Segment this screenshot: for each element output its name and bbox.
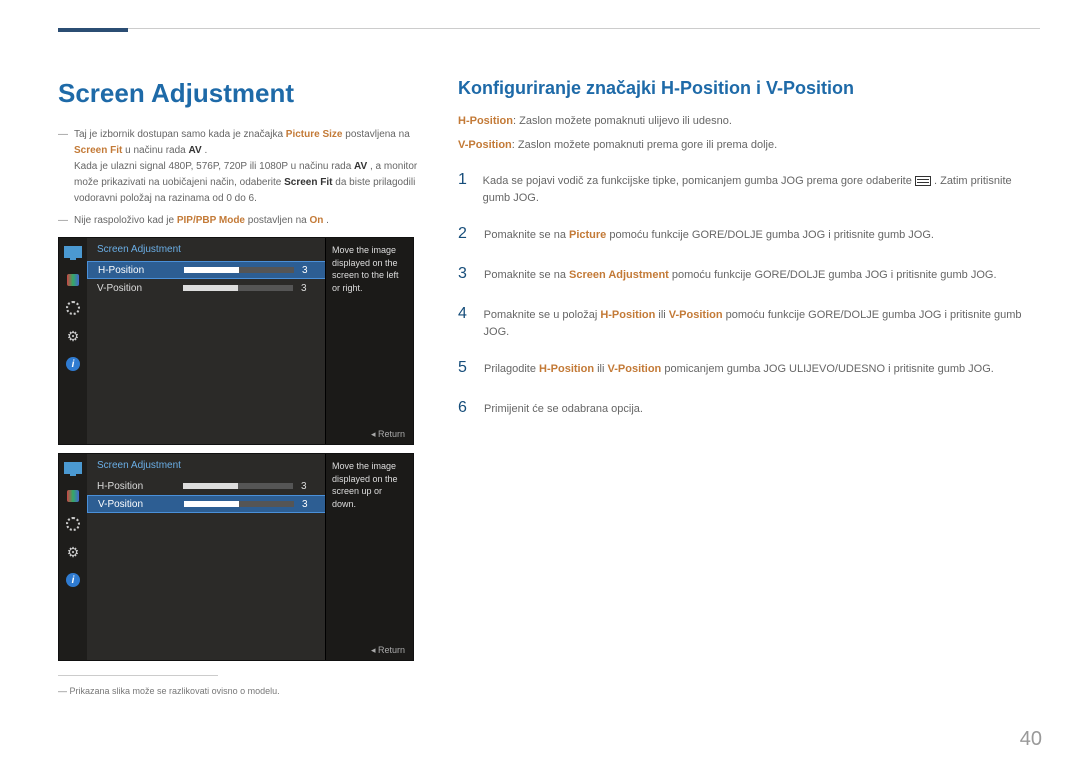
- ring-icon: [59, 294, 87, 322]
- osd-description: Move the image displayed on the screen u…: [325, 454, 413, 660]
- page-body: Screen Adjustment ― Taj je izbornik dost…: [0, 0, 1080, 696]
- vposition-description: V-Position: Zaslon možete pomaknuti prem…: [458, 137, 1040, 155]
- osd-return: ◂ Return: [371, 429, 405, 440]
- gear-icon: ⚙: [59, 538, 87, 566]
- palette-icon: [59, 266, 87, 294]
- page-number: 40: [1020, 728, 1042, 751]
- osd-screenshot-1: ⚙ i Screen Adjustment H-Position 3 V-Pos…: [58, 237, 414, 445]
- osd-main: Screen Adjustment H-Position 3 V-Positio…: [87, 238, 413, 444]
- step-3: Pomaknite se na Screen Adjustment pomoću…: [458, 254, 1040, 294]
- procedure-list: Kada se pojavi vodič za funkcijske tipke…: [458, 160, 1040, 428]
- palette-icon: [59, 482, 87, 510]
- step-4: Pomaknite se u položaj H-Position ili V-…: [458, 294, 1040, 348]
- step-2: Pomaknite se na Picture pomoću funkcije …: [458, 214, 1040, 254]
- step-6: Primijenit će se odabrana opcija.: [458, 388, 1040, 428]
- subsection-title: Konfiguriranje značajki H-Position i V-P…: [458, 78, 1040, 99]
- availability-note: ― Taj je izbornik dostupan samo kada je …: [58, 127, 428, 207]
- header-rule: [58, 28, 1040, 29]
- step-1: Kada se pojavi vodič za funkcijske tipke…: [458, 160, 1040, 214]
- info-icon: i: [59, 566, 87, 594]
- osd-return: ◂ Return: [371, 645, 405, 656]
- slider-bar: [184, 267, 294, 273]
- image-disclaimer: ― Prikazana slika može se razlikovati ov…: [58, 686, 428, 696]
- step-5: Prilagodite H-Position ili V-Position po…: [458, 348, 1040, 388]
- osd-sidebar: ⚙ i: [59, 454, 87, 660]
- slider-bar: [184, 501, 294, 507]
- monitor-icon: [59, 238, 87, 266]
- hposition-description: H-Position: Zaslon možete pomaknuti ulij…: [458, 113, 1040, 131]
- picture-size-term: Picture Size: [286, 129, 343, 140]
- left-column: Screen Adjustment ― Taj je izbornik dost…: [58, 78, 428, 696]
- info-icon: i: [59, 350, 87, 378]
- pip-note: ― Nije raspoloživo kad je PIP/PBP Mode p…: [58, 213, 428, 229]
- monitor-icon: [59, 454, 87, 482]
- screen-fit-term: Screen Fit: [74, 145, 122, 156]
- osd-main: Screen Adjustment H-Position 3 V-Positio…: [87, 454, 413, 660]
- gear-icon: ⚙: [59, 322, 87, 350]
- osd-screenshot-2: ⚙ i Screen Adjustment H-Position 3 V-Pos…: [58, 453, 414, 661]
- right-column: Konfiguriranje značajki H-Position i V-P…: [458, 78, 1040, 696]
- av-term: AV: [189, 145, 202, 156]
- slider-bar: [183, 483, 293, 489]
- ring-icon: [59, 510, 87, 538]
- footnote-rule: [58, 675, 218, 676]
- osd-sidebar: ⚙ i: [59, 238, 87, 444]
- section-title: Screen Adjustment: [58, 78, 428, 109]
- slider-bar: [183, 285, 293, 291]
- header-accent: [58, 28, 128, 32]
- osd-description: Move the image displayed on the screen t…: [325, 238, 413, 444]
- menu-icon: [915, 176, 931, 186]
